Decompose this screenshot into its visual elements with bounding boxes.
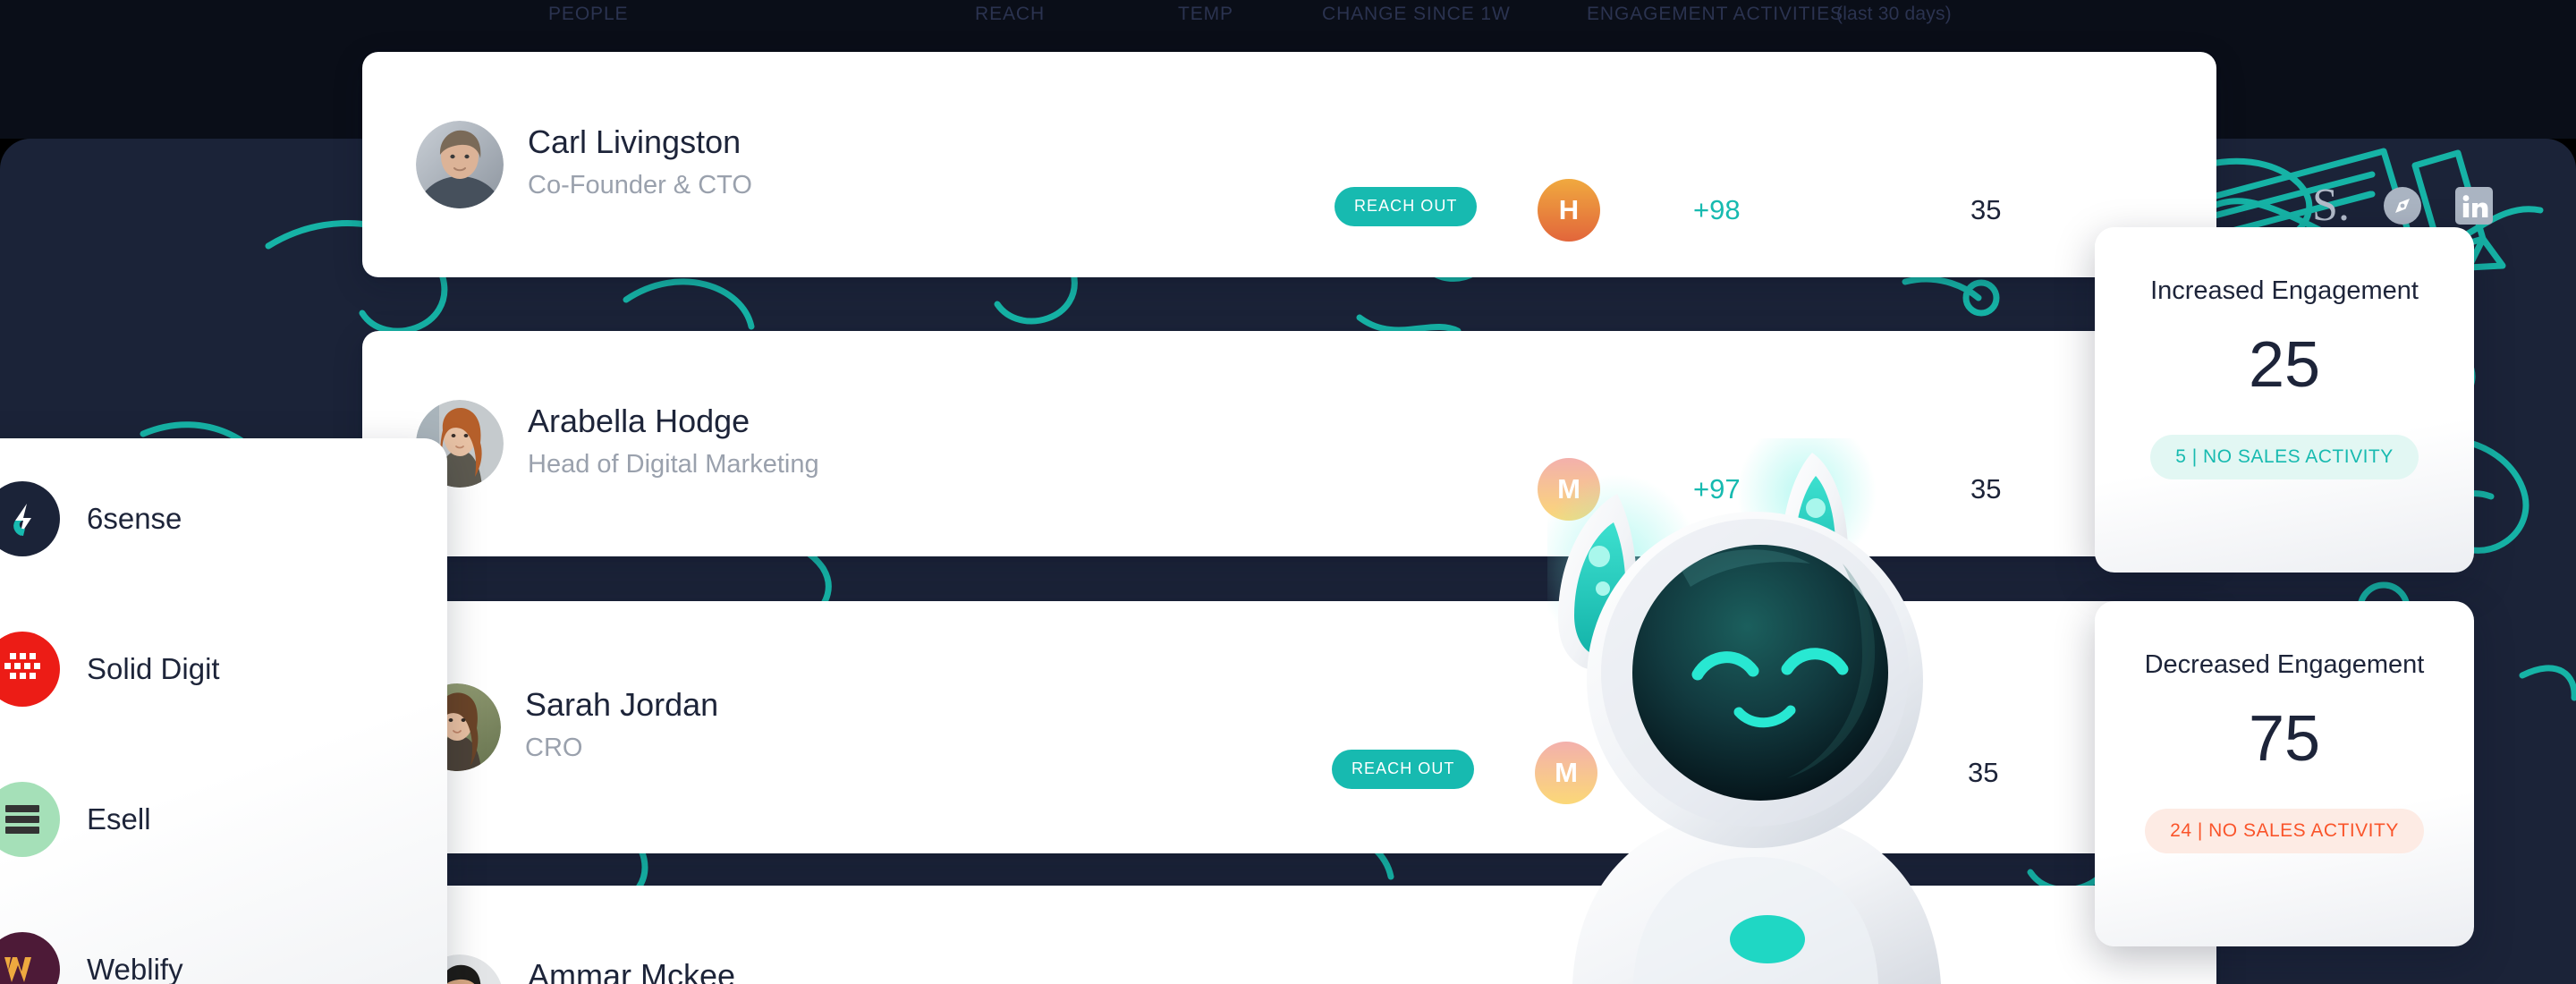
status-badge[interactable]: 24 | NO SALES ACTIVITY xyxy=(2145,809,2424,853)
person-title: Co-Founder & CTO xyxy=(528,171,752,199)
person-name: Carl Livingston xyxy=(528,123,741,160)
person-title: CRO xyxy=(525,734,583,762)
sidebar-item-solid-digit[interactable]: Solid Digit xyxy=(0,632,220,707)
table-row[interactable]: Carl Livingston Co-Founder & CTO REACH O… xyxy=(362,52,2493,277)
reach-out-button[interactable]: REACH OUT xyxy=(1335,187,1478,226)
table-row[interactable]: Arabella Hodge Head of Digital Marketing… xyxy=(362,331,2421,556)
card-value: 25 xyxy=(2248,329,2321,401)
person-name: Arabella Hodge xyxy=(528,403,750,439)
salesforce-s-icon[interactable]: S. xyxy=(2312,182,2350,229)
company-list-panel: 6sense Solid Digit Esell Weblify xyxy=(0,438,447,984)
sidebar-item-label: Esell xyxy=(87,802,151,836)
weblify-logo-icon xyxy=(0,932,60,984)
solid-digit-logo-icon xyxy=(0,632,60,707)
column-header-engagement-activities: ENGAGEMENT ACTIVITIES xyxy=(1587,4,1843,24)
sidebar-item-label: Solid Digit xyxy=(87,652,220,685)
esell-logo-icon xyxy=(0,782,60,857)
temperature-badge: H xyxy=(1538,179,1600,242)
engagement-activities-value: 35 xyxy=(1968,757,1999,788)
change-since-1w-value: +97 xyxy=(1693,473,1741,505)
reach-out-button[interactable]: REACH OUT xyxy=(1332,750,1475,789)
column-header-reach: REACH xyxy=(975,4,1046,24)
app-screenshot: PEOPLE REACH TEMP CHANGE SINCE 1W ENGAGE… xyxy=(0,0,2576,984)
sidebar-item-label: Weblify xyxy=(87,953,183,984)
status-badge[interactable]: 5 | NO SALES ACTIVITY xyxy=(2150,435,2419,479)
temperature-badge: M xyxy=(1535,742,1597,804)
engagement-activities-value: 35 xyxy=(1970,473,2002,505)
column-header-people: PEOPLE xyxy=(548,4,629,24)
sidebar-item-weblify[interactable]: Weblify xyxy=(0,932,183,984)
person-title: Head of Digital Marketing xyxy=(528,450,819,479)
sidebar-item-esell[interactable]: Esell xyxy=(0,782,151,857)
person-name: Sarah Jordan xyxy=(525,686,719,723)
change-since-1w-value: +96 xyxy=(1690,757,1738,788)
engagement-activities-value: 35 xyxy=(1970,194,2002,225)
salesforce-s-glyph: S. xyxy=(2312,180,2350,231)
avatar xyxy=(416,121,504,208)
compass-icon[interactable] xyxy=(2384,187,2421,225)
table-row[interactable]: Ammar Mckee REACH OUT C xyxy=(362,886,2216,984)
table-row[interactable]: Sarah Jordan CRO REACH OUT M +96 35 S. xyxy=(360,601,2419,853)
card-title: Decreased Engagement xyxy=(2144,650,2425,679)
person-name: Ammar Mckee xyxy=(528,957,736,984)
column-header-temp: TEMP xyxy=(1178,4,1233,24)
column-header-last-30-days: (last 30 days) xyxy=(1836,4,1952,24)
change-since-1w-value: +98 xyxy=(1693,194,1741,225)
6sense-logo-icon xyxy=(0,481,60,556)
social-links: S. xyxy=(2312,182,2493,229)
linkedin-icon[interactable] xyxy=(2455,187,2493,225)
sidebar-item-label: 6sense xyxy=(87,502,182,535)
decreased-engagement-card: Decreased Engagement 75 24 | NO SALES AC… xyxy=(2095,601,2474,946)
column-header-change-since-1w: CHANGE SINCE 1W xyxy=(1322,4,1511,24)
increased-engagement-card: Increased Engagement 25 5 | NO SALES ACT… xyxy=(2095,227,2474,573)
card-value: 75 xyxy=(2248,703,2321,775)
table-column-headers: PEOPLE REACH TEMP CHANGE SINCE 1W ENGAGE… xyxy=(0,0,2576,41)
temperature-badge: M xyxy=(1538,458,1600,521)
card-title: Increased Engagement xyxy=(2150,276,2419,305)
sidebar-item-6sense[interactable]: 6sense xyxy=(0,481,182,556)
